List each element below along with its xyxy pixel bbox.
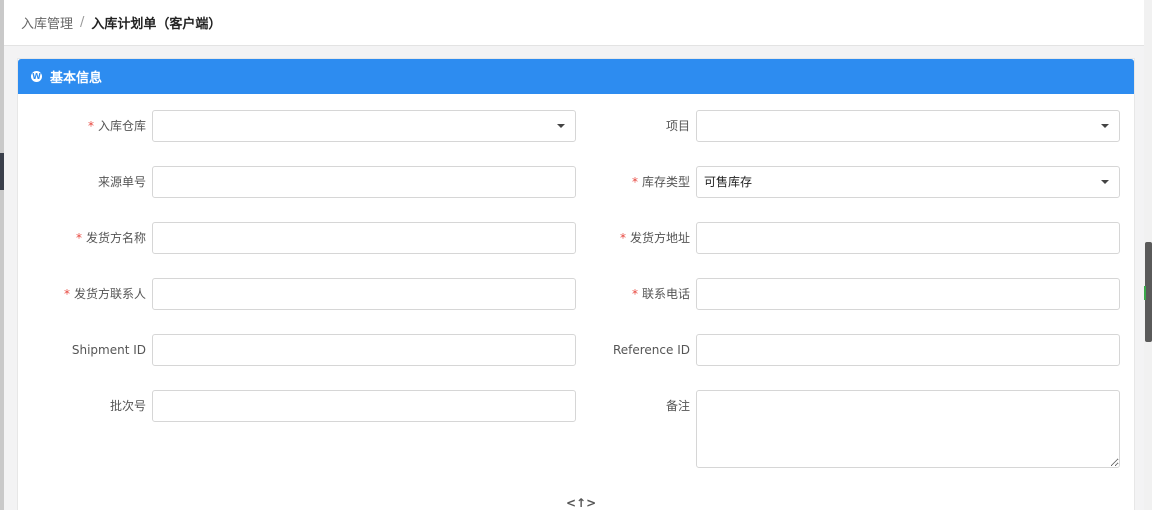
warehouse-label: * 入库仓库 <box>30 110 146 142</box>
required-mark: * <box>75 231 82 245</box>
shipment-id-label-text: Shipment ID <box>71 343 146 357</box>
warehouse-select[interactable] <box>152 110 576 142</box>
shipper-contact-input[interactable] <box>152 278 576 310</box>
batch-no-label-text: 批次号 <box>109 399 146 413</box>
inventory-type-label: * 库存类型 <box>580 166 690 198</box>
required-mark: * <box>87 119 94 133</box>
shipper-name-label-text: 发货方名称 <box>85 231 146 245</box>
project-label: 项目 <box>580 110 690 142</box>
shipper-address-label: * 发货方地址 <box>580 222 690 254</box>
shipper-contact-label-text: 发货方联系人 <box>73 287 146 301</box>
phone-label: * 联系电话 <box>580 278 690 310</box>
inventory-type-select[interactable]: 可售库存 <box>696 166 1120 198</box>
breadcrumb-current: 入库计划单（客户端） <box>91 17 222 32</box>
shipper-name-input[interactable] <box>152 222 576 254</box>
sidebar-edge <box>0 0 4 510</box>
warehouse-label-text: 入库仓库 <box>97 119 146 133</box>
breadcrumb: 入库管理 / 入库计划单（客户端） <box>4 0 1144 46</box>
remarks-label-text: 备注 <box>665 399 690 413</box>
panel-title: 基本信息 <box>50 71 103 86</box>
phone-label-text: 联系电话 <box>641 287 690 301</box>
chevron-down-icon <box>1101 180 1109 184</box>
page-scrollbar[interactable] <box>1144 0 1152 510</box>
project-label-text: 项目 <box>665 119 690 133</box>
panel-header: W 基本信息 <box>18 59 1134 94</box>
inventory-type-label-text: 库存类型 <box>641 175 690 189</box>
batch-no-label: 批次号 <box>30 390 146 422</box>
shipment-id-label: Shipment ID <box>30 334 146 366</box>
source-no-label-text: 来源单号 <box>97 175 146 189</box>
source-no-label: 来源单号 <box>30 166 146 198</box>
chevron-down-icon <box>1101 124 1109 128</box>
shipper-address-input[interactable] <box>696 222 1120 254</box>
scrollbar-grip-icon <box>1144 286 1151 300</box>
collapse-toggle-icon[interactable]: <↑> <box>566 496 596 510</box>
shipment-id-input[interactable] <box>152 334 576 366</box>
source-no-input[interactable] <box>152 166 576 198</box>
reference-id-input[interactable] <box>696 334 1120 366</box>
inventory-type-value: 可售库存 <box>704 175 753 189</box>
sidebar-edge-mark <box>0 153 4 190</box>
remarks-label: 备注 <box>580 390 690 422</box>
inbound-plan-page: 入库管理 / 入库计划单（客户端） W 基本信息 * 入库仓库 项目 来源单号 *… <box>0 0 1152 510</box>
shipper-contact-label: * 发货方联系人 <box>30 278 146 310</box>
remarks-textarea[interactable] <box>696 390 1120 468</box>
batch-no-input[interactable] <box>152 390 576 422</box>
chevron-down-icon <box>557 124 565 128</box>
breadcrumb-parent[interactable]: 入库管理 <box>21 13 73 32</box>
breadcrumb-separator: / <box>80 15 85 30</box>
shipper-name-label: * 发货方名称 <box>30 222 146 254</box>
required-mark: * <box>619 231 626 245</box>
required-mark: * <box>631 175 638 189</box>
required-mark: * <box>631 287 638 301</box>
shipper-address-label-text: 发货方地址 <box>629 231 690 245</box>
project-select[interactable] <box>696 110 1120 142</box>
reference-id-label: Reference ID <box>580 334 690 366</box>
wordpress-icon: W <box>31 71 42 82</box>
required-mark: * <box>63 287 70 301</box>
phone-input[interactable] <box>696 278 1120 310</box>
reference-id-label-text: Reference ID <box>612 343 690 357</box>
